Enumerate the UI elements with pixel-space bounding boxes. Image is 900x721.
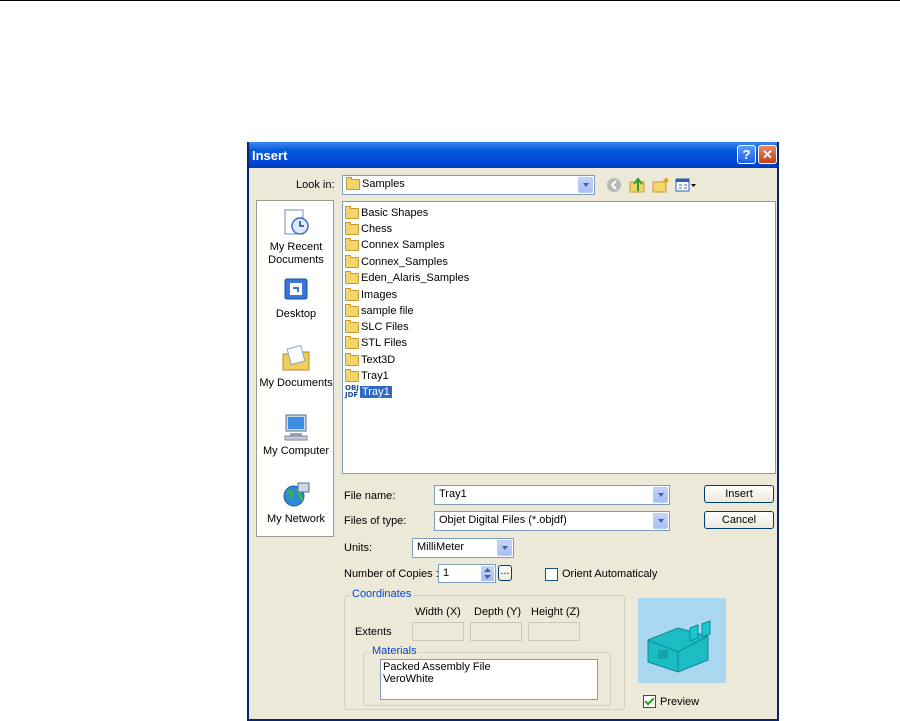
copies-label: Number of Copies : bbox=[344, 568, 439, 580]
folder-icon bbox=[345, 319, 359, 333]
place-my-documents[interactable]: My Documents bbox=[257, 344, 333, 390]
folder-icon bbox=[345, 205, 359, 219]
list-item[interactable]: Eden_Alaris_Samples bbox=[345, 270, 469, 286]
folder-icon bbox=[346, 176, 360, 190]
height-header: Height (Z) bbox=[531, 606, 580, 618]
file-type-combo[interactable]: Objet Digital Files (*.objdf) bbox=[434, 511, 670, 531]
preview-checkbox[interactable] bbox=[643, 695, 656, 708]
place-label: My Computer bbox=[262, 445, 330, 457]
views-menu-icon[interactable] bbox=[675, 177, 697, 193]
depth-header: Depth (Y) bbox=[474, 606, 522, 618]
chevron-down-icon[interactable] bbox=[653, 513, 668, 529]
preview-label: Preview bbox=[660, 696, 700, 708]
my-computer-icon bbox=[284, 414, 308, 441]
copies-more-button[interactable]: ... bbox=[498, 565, 512, 581]
orient-label: Orient Automaticaly bbox=[562, 568, 658, 580]
help-button[interactable]: ? bbox=[737, 145, 756, 164]
list-item[interactable]: SLC Files bbox=[345, 319, 409, 335]
list-item[interactable]: Connex Samples bbox=[345, 237, 445, 253]
look-in-value: Samples bbox=[362, 178, 405, 190]
folder-icon bbox=[345, 254, 359, 268]
page-rule bbox=[0, 0, 900, 1]
up-folder-icon[interactable] bbox=[629, 177, 647, 193]
model-thumbnail bbox=[647, 620, 711, 673]
file-name-label: File name: bbox=[344, 490, 396, 502]
place-label: My Network bbox=[266, 513, 326, 525]
list-item[interactable]: Packed Assembly File bbox=[383, 661, 595, 673]
list-item[interactable]: VeroWhite bbox=[383, 673, 595, 685]
list-item[interactable]: Tray1 bbox=[345, 368, 389, 384]
list-item[interactable]: sample file bbox=[345, 303, 414, 319]
my-network-icon bbox=[283, 482, 310, 507]
preview-image bbox=[638, 598, 726, 683]
file-name-combo[interactable]: Tray1 bbox=[434, 485, 670, 505]
cancel-button[interactable]: Cancel bbox=[704, 511, 774, 529]
coordinates-legend: Coordinates bbox=[350, 588, 414, 600]
place-label: My Documents bbox=[259, 377, 333, 389]
file-type-label: Files of type: bbox=[344, 515, 407, 527]
width-header: Width (X) bbox=[415, 606, 461, 618]
spin-arrows-icon[interactable] bbox=[481, 566, 494, 581]
recent-documents-icon bbox=[284, 209, 309, 235]
place-my-computer[interactable]: My Computer bbox=[257, 412, 333, 458]
file-name-value: Tray1 bbox=[439, 488, 467, 500]
list-item[interactable]: STL Files bbox=[345, 335, 407, 351]
file-list[interactable]: Basic Shapes Chess Connex Samples Connex… bbox=[342, 201, 776, 474]
copies-value: 1 bbox=[443, 567, 450, 579]
objdf-file-icon: OBJ JDF bbox=[345, 384, 359, 400]
folder-icon bbox=[345, 335, 359, 349]
coordinates-group: Coordinates Width (X) Depth (Y) Height (… bbox=[344, 588, 625, 710]
place-recent-documents[interactable]: My Recent Documents bbox=[257, 208, 333, 267]
my-documents-icon bbox=[282, 344, 310, 371]
units-label: Units: bbox=[344, 542, 373, 554]
list-item[interactable]: Images bbox=[345, 287, 397, 303]
file-type-value: Objet Digital Files (*.objdf) bbox=[439, 514, 567, 526]
dialog-title: Insert bbox=[252, 148, 288, 163]
desktop-icon bbox=[284, 278, 308, 300]
extent-width-field bbox=[412, 622, 464, 641]
place-desktop[interactable]: Desktop bbox=[257, 275, 333, 321]
units-combo[interactable]: MilliMeter bbox=[412, 538, 514, 558]
extents-label: Extents bbox=[355, 626, 392, 638]
copies-stepper[interactable]: 1 bbox=[438, 564, 496, 583]
place-label: Desktop bbox=[275, 308, 317, 320]
folder-icon bbox=[345, 237, 359, 251]
folder-icon bbox=[345, 352, 359, 366]
insert-button[interactable]: Insert bbox=[704, 485, 774, 503]
materials-legend: Materials bbox=[370, 645, 419, 657]
close-button[interactable]: ✕ bbox=[758, 145, 777, 164]
extent-height-field bbox=[528, 622, 580, 641]
materials-list[interactable]: Packed Assembly File VeroWhite bbox=[380, 659, 598, 700]
orient-checkbox[interactable] bbox=[545, 568, 558, 581]
folder-icon bbox=[345, 270, 359, 284]
insert-dialog: Insert ? ✕ Look in: Samples My Recent Do… bbox=[247, 142, 779, 721]
list-item[interactable]: Chess bbox=[345, 221, 392, 237]
list-item-selected[interactable]: OBJ JDF Tray1 bbox=[345, 385, 392, 400]
title-bar[interactable]: Insert ? ✕ bbox=[249, 142, 777, 168]
units-value: MilliMeter bbox=[417, 541, 465, 553]
places-bar: My Recent Documents Desktop My Documents… bbox=[256, 200, 334, 537]
extent-depth-field bbox=[470, 622, 522, 641]
folder-icon bbox=[345, 287, 359, 301]
list-item[interactable]: Basic Shapes bbox=[345, 205, 428, 221]
look-in-combo[interactable]: Samples bbox=[342, 175, 595, 195]
chevron-down-icon[interactable] bbox=[653, 487, 668, 503]
list-item[interactable]: Text3D bbox=[345, 352, 395, 368]
chevron-down-icon[interactable] bbox=[497, 540, 512, 556]
new-folder-icon[interactable] bbox=[652, 177, 670, 193]
folder-icon bbox=[345, 368, 359, 382]
place-label: My Recent Documents bbox=[268, 241, 324, 266]
list-item[interactable]: Connex_Samples bbox=[345, 254, 448, 270]
back-icon[interactable] bbox=[606, 177, 624, 193]
look-in-label: Look in: bbox=[296, 179, 335, 191]
folder-icon bbox=[345, 303, 359, 317]
folder-icon bbox=[345, 221, 359, 235]
chevron-down-icon[interactable] bbox=[578, 177, 593, 193]
materials-group: Materials Packed Assembly File VeroWhite bbox=[363, 645, 611, 706]
place-my-network[interactable]: My Network bbox=[257, 480, 333, 526]
